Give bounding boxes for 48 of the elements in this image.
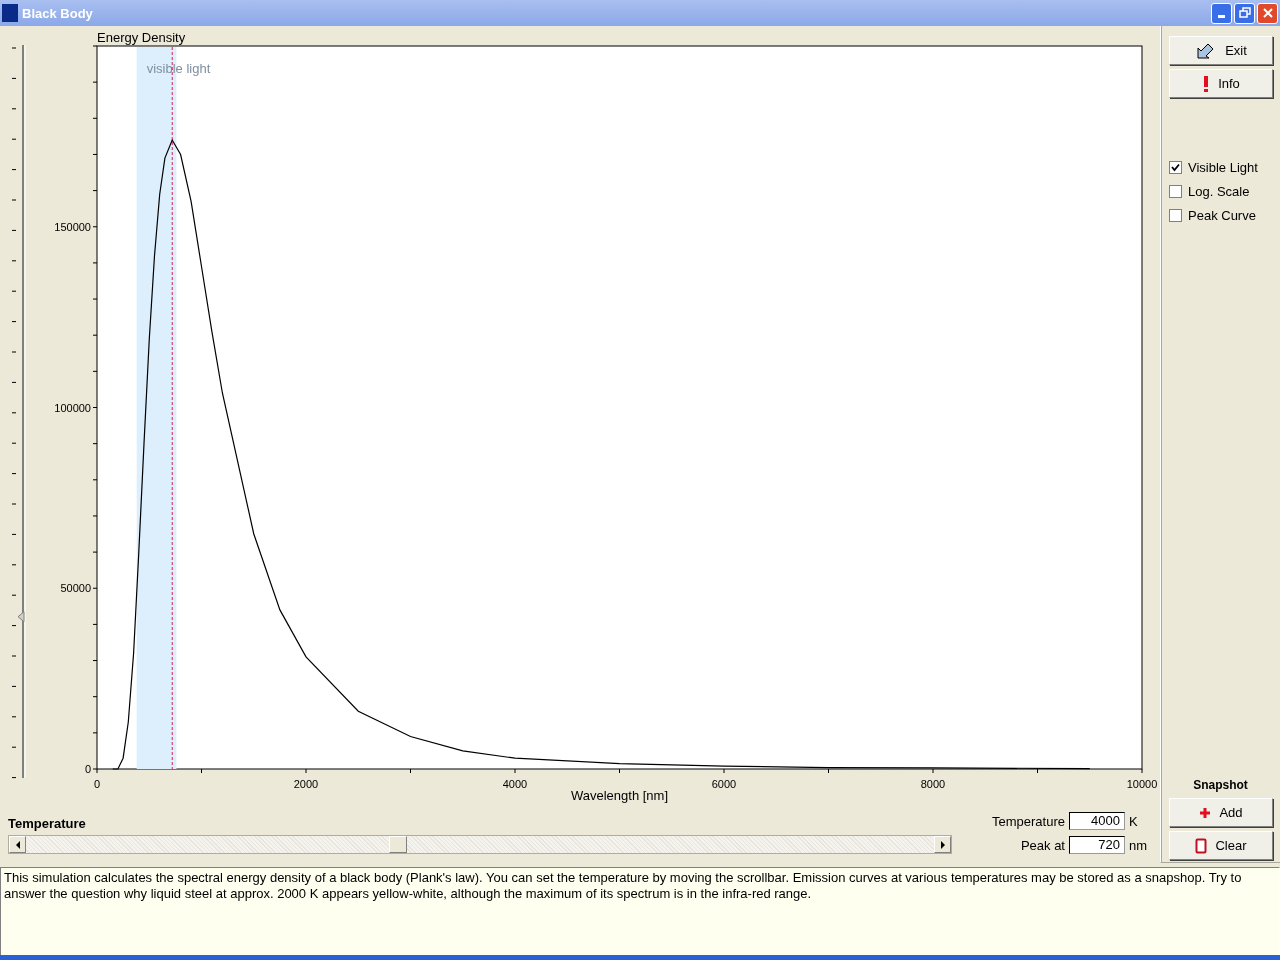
close-button[interactable]: [1257, 2, 1278, 24]
exclamation-icon: [1202, 74, 1211, 93]
y-tick-label: 150000: [54, 220, 91, 233]
restore-button[interactable]: [1234, 2, 1255, 24]
scroll-right-icon[interactable]: [934, 836, 951, 853]
plus-icon: [1199, 806, 1212, 819]
value-field[interactable]: 720: [1069, 836, 1125, 854]
field-label: Peak at: [1020, 837, 1065, 853]
checkbox[interactable]: [1169, 185, 1182, 198]
x-tick-label: 6000: [711, 778, 737, 790]
window-title: Black Body: [22, 5, 94, 21]
checkbox[interactable]: [1169, 161, 1182, 174]
minimize-button[interactable]: [1211, 2, 1232, 24]
scroll-thumb[interactable]: [389, 836, 408, 853]
scroll-left-icon[interactable]: [9, 836, 26, 853]
field-label: Temperature: [992, 813, 1065, 829]
temperature-label: Temperature: [8, 816, 87, 831]
x-tick-label: 2000: [293, 778, 319, 790]
value-field[interactable]: 4000: [1069, 812, 1125, 830]
unit-label: K: [1129, 813, 1139, 829]
checkbox[interactable]: [1169, 209, 1182, 222]
page-icon: [1195, 837, 1208, 854]
exit-button[interactable]: Exit: [1169, 36, 1273, 65]
unit-label: nm: [1129, 837, 1149, 853]
temperature-scrollbar[interactable]: [8, 835, 952, 854]
option-checkbox[interactable]: Peak Curve: [1169, 208, 1272, 223]
y-tick-label: 0: [84, 763, 91, 775]
x-tick-label: 8000: [920, 778, 946, 790]
add-button[interactable]: Add: [1169, 798, 1273, 827]
x-axis-label: Wavelength [nm]: [570, 788, 669, 803]
x-tick-label: 10000: [1126, 778, 1158, 790]
clear-button[interactable]: Clear: [1169, 831, 1273, 860]
x-tick-label: 4000: [502, 778, 528, 790]
chart-title: Energy Density: [97, 30, 186, 45]
app-icon: [2, 4, 18, 22]
x-tick-label: 0: [93, 778, 101, 790]
snapshot-label: Snapshot: [1192, 778, 1249, 792]
close-icon: [1261, 7, 1274, 19]
info-button[interactable]: Info: [1169, 69, 1273, 98]
option-checkbox[interactable]: Visible Light: [1169, 160, 1272, 175]
restore-icon: [1238, 7, 1251, 19]
y-tick-label: 100000: [54, 401, 91, 414]
option-checkbox[interactable]: Log. Scale: [1169, 184, 1272, 199]
y-tick-label: 50000: [60, 582, 91, 595]
description-text: This simulation calculates the spectral energy density of a black body (Plank's law). You can set the temperature by moving the scrollbar. Emission curves at various temperatures may be stored as a snapshop. Try to answer the question why liquid steel at approx. 2000 K appears yellow-white, although the maximum of its spectrum is in the infra-red range.: [0, 867, 1280, 955]
band-label: visible light: [146, 61, 211, 76]
minimize-icon: [1218, 15, 1225, 18]
slider-thumb[interactable]: [17, 611, 25, 623]
